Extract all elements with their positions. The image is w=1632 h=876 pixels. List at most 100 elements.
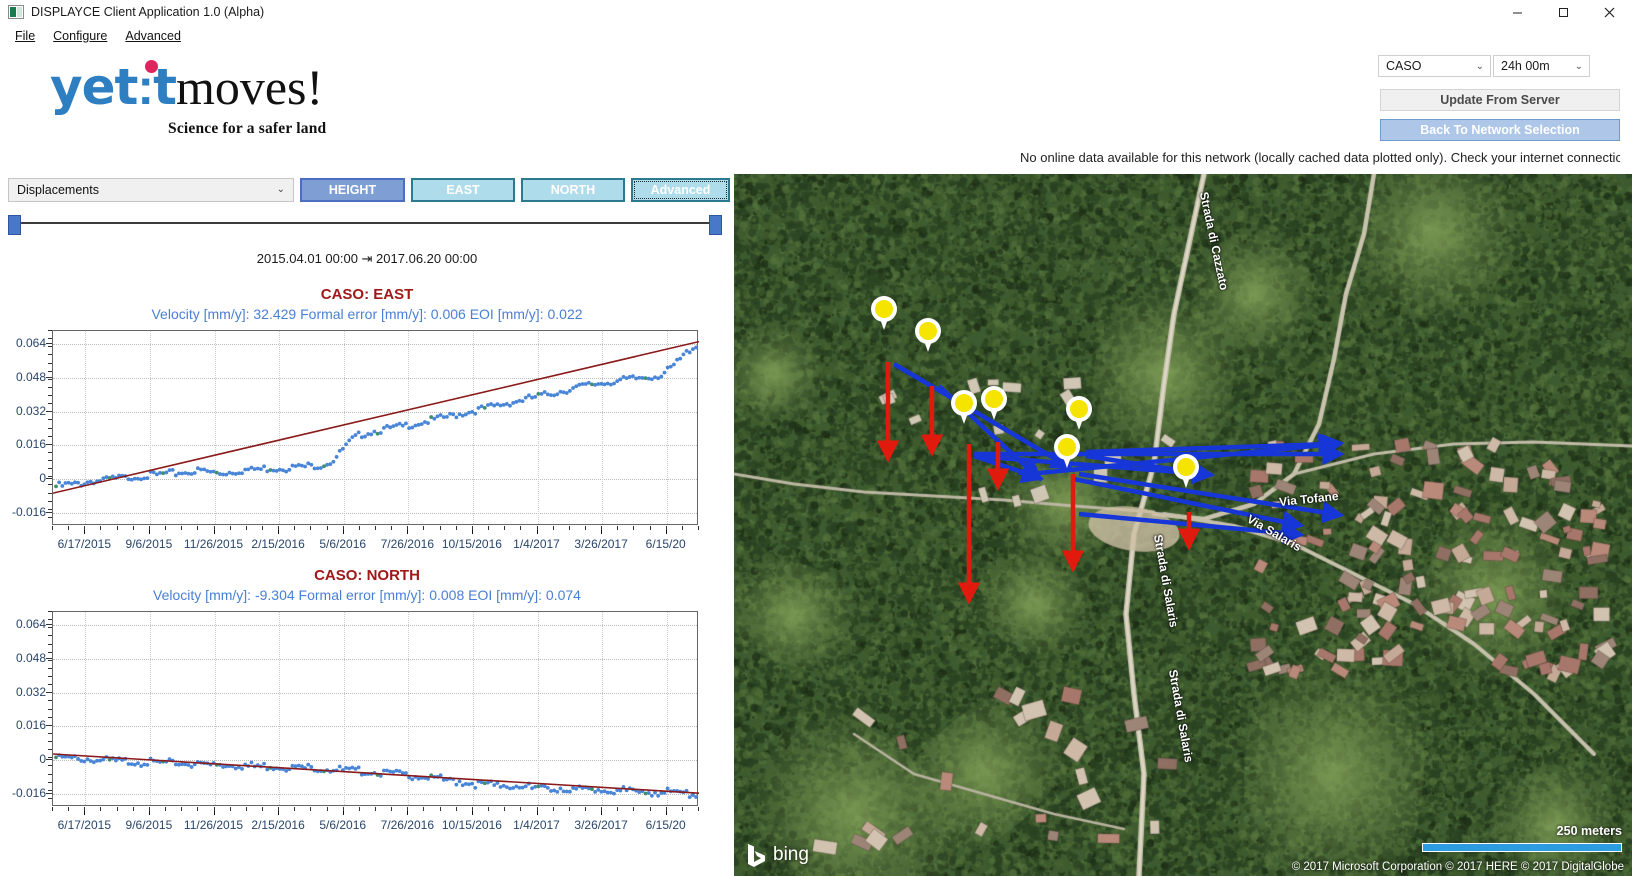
window-title: DISPLAYCE Client Application 1.0 (Alpha) [31, 5, 265, 19]
x-axis-minor-tick [439, 526, 441, 530]
y-axis-minor-tick [48, 724, 52, 726]
x-axis-minor-tick [601, 526, 603, 530]
x-axis-minor-tick [552, 526, 554, 530]
menu-item-configure[interactable]: Configure [44, 27, 116, 45]
x-axis-minor-tick [181, 807, 183, 811]
bing-logo: bing [746, 842, 809, 868]
maximize-icon[interactable] [1540, 0, 1586, 25]
tab-advanced[interactable]: Advanced [631, 178, 730, 202]
x-axis-minor-tick [197, 526, 199, 530]
x-axis-minor-tick [617, 807, 619, 811]
time-range-slider-thumb-left[interactable] [8, 215, 21, 235]
y-axis-minor-tick [48, 773, 52, 775]
y-axis-tick [46, 759, 52, 761]
x-axis-minor-tick [617, 526, 619, 530]
update-from-server-button[interactable]: Update From Server [1380, 89, 1620, 111]
map-displacement-vectors [876, 362, 1345, 605]
y-axis-tick-label: 0.032 [15, 684, 46, 699]
y-axis-minor-tick [48, 684, 52, 686]
logo-dot-icon [145, 60, 158, 73]
close-icon[interactable] [1586, 0, 1632, 25]
x-axis-minor-tick [407, 807, 409, 811]
x-axis-tick-label: 7/26/2016 [380, 818, 434, 832]
map-station-pin[interactable] [1173, 454, 1199, 488]
x-axis-minor-tick [148, 526, 150, 530]
pin-inner [875, 300, 893, 318]
y-axis-minor-tick [48, 700, 52, 702]
chart-north-plot-box [52, 611, 699, 806]
x-axis-tick-label: 11/26/2015 [183, 818, 244, 832]
back-to-network-selection-button[interactable]: Back To Network Selection [1380, 119, 1620, 141]
map-station-pin[interactable] [1066, 396, 1092, 430]
x-axis-minor-tick [358, 526, 360, 530]
x-axis-minor-tick [423, 807, 425, 811]
map-station-pin[interactable] [981, 386, 1007, 420]
tab-north[interactable]: NORTH [521, 178, 625, 202]
chart-north-plot[interactable]: 0.064 0.048 0.032 0.016 0 -0.016 6/17/2015 9/6/… [0, 611, 734, 832]
x-axis-tick-label: 1/4/2017 [513, 818, 560, 832]
y-axis-minor-tick [48, 619, 52, 621]
map-panel[interactable]: Strada di Cazzato Via Tofane Via Salaris St… [734, 174, 1632, 876]
interval-select-value: 24h 00m [1501, 59, 1550, 73]
pin-inner [1058, 438, 1076, 456]
time-range-slider-track[interactable] [10, 222, 720, 224]
y-axis-minor-tick [48, 468, 52, 470]
map-station-pin[interactable] [915, 318, 941, 352]
y-axis-minor-tick [48, 716, 52, 718]
y-axis-minor-tick [48, 411, 52, 413]
y-axis-minor-tick [48, 749, 52, 751]
y-axis-minor-tick [48, 354, 52, 356]
tab-east[interactable]: EAST [411, 178, 515, 202]
mode-select[interactable]: Displacements ⌄ [8, 178, 294, 202]
y-axis-minor-tick [48, 338, 52, 340]
menu-item-advanced[interactable]: Advanced [116, 27, 190, 45]
y-axis-minor-tick [48, 435, 52, 437]
x-axis-minor-tick [423, 526, 425, 530]
map-station-pin[interactable] [1054, 434, 1080, 468]
x-axis-minor-tick [488, 807, 490, 811]
x-axis-minor-tick [165, 807, 167, 811]
trendline [53, 753, 699, 795]
x-axis-tick-label: 3/26/2017 [574, 818, 628, 832]
x-axis-minor-tick [665, 807, 667, 811]
bing-logo-text: bing [773, 844, 809, 865]
y-axis-minor-tick [48, 667, 52, 669]
menu-item-file[interactable]: File [6, 27, 44, 45]
x-axis-minor-tick [552, 807, 554, 811]
x-axis-minor-tick [584, 526, 586, 530]
scalebar [1422, 843, 1622, 852]
x-axis-minor-tick [310, 807, 312, 811]
map-station-pin[interactable] [871, 296, 897, 330]
x-axis-minor-tick [132, 526, 134, 530]
y-axis-tick-label: 0.048 [15, 369, 46, 384]
map-station-pin[interactable] [951, 390, 977, 424]
x-axis-minor-tick [213, 807, 215, 811]
y-axis-minor-tick [48, 643, 52, 645]
bing-mark-icon [748, 844, 765, 867]
chart-east-plot[interactable]: 0.064 0.048 0.032 0.016 0 -0.016 6/17/2015 9/6/… [0, 330, 734, 551]
y-axis-minor-tick [48, 516, 52, 518]
interval-select[interactable]: 24h 00m ⌄ [1493, 55, 1590, 77]
y-axis-minor-tick [48, 500, 52, 502]
network-select[interactable]: CASO ⌄ [1378, 55, 1491, 77]
x-axis-minor-tick [197, 807, 199, 811]
y-axis-minor-tick [48, 797, 52, 799]
x-axis-tick-label: 9/6/2015 [125, 818, 173, 832]
y-axis-minor-tick [48, 460, 52, 461]
minimize-icon[interactable] [1494, 0, 1540, 25]
x-axis-minor-tick [116, 807, 118, 811]
pin-inner [1070, 400, 1088, 418]
x-axis-minor-tick [100, 807, 102, 811]
y-axis-tick [46, 478, 52, 480]
chart-east-plot-box [52, 330, 699, 525]
x-axis-minor-tick [52, 807, 53, 811]
y-axis-minor-tick [48, 635, 52, 637]
x-axis-minor-tick [407, 526, 409, 530]
tab-height[interactable]: HEIGHT [300, 178, 405, 202]
x-axis-minor-tick [342, 807, 344, 811]
time-range-slider-thumb-right[interactable] [709, 215, 722, 235]
x-axis-minor-tick [165, 526, 167, 530]
y-axis-tick [46, 657, 52, 659]
x-axis-tick-label: 9/6/2015 [125, 537, 173, 551]
x-axis-minor-tick [649, 807, 651, 811]
